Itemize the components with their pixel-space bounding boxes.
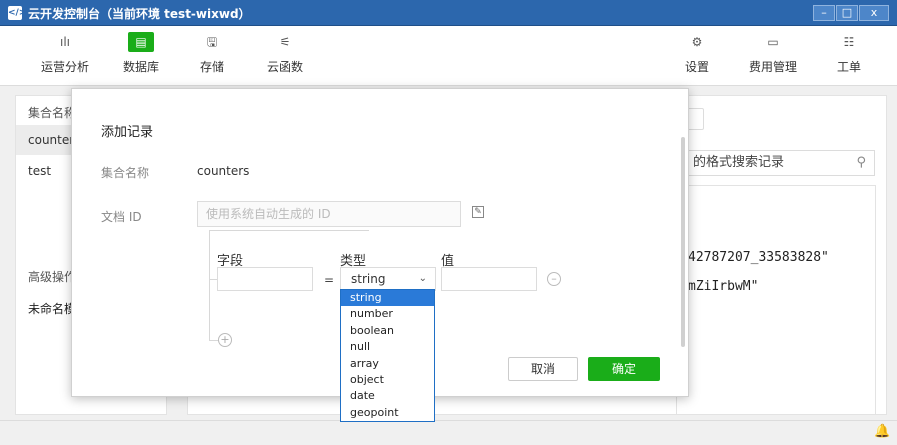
dialog-title: 添加记录 bbox=[101, 125, 154, 140]
database-icon: ▤ bbox=[128, 32, 154, 52]
add-field-button[interactable]: + bbox=[218, 333, 232, 347]
gear-icon: ⚙ bbox=[691, 35, 703, 49]
type-select-value: string bbox=[351, 272, 386, 286]
search-placeholder: 的格式搜索记录 bbox=[693, 155, 785, 170]
collection-name-label: 集合名称 bbox=[101, 166, 150, 180]
record-detail-frame bbox=[676, 185, 876, 415]
tree-line bbox=[209, 230, 210, 340]
window-title: 云开发控制台（当前环境 test-wixwd） bbox=[28, 7, 251, 21]
type-option-string[interactable]: string bbox=[341, 290, 434, 307]
record-line: mZiIrbwM" bbox=[688, 279, 759, 294]
field-name-input[interactable] bbox=[217, 267, 313, 291]
type-select[interactable]: string ⌄ bbox=[340, 267, 436, 291]
chart-icon: ılı bbox=[59, 35, 70, 49]
docid-input[interactable]: 使用系统自动生成的 ID bbox=[197, 201, 461, 227]
status-bar: 🔔 bbox=[0, 420, 897, 445]
toolbar-label: 费用管理 bbox=[748, 60, 797, 74]
unnamed-template-item[interactable]: 未命名模 bbox=[28, 300, 76, 317]
close-button[interactable]: x bbox=[859, 5, 889, 21]
toolbar-analytics[interactable]: ılı 运营分析 bbox=[35, 32, 95, 75]
toolbar-label: 工单 bbox=[836, 60, 861, 74]
type-option-geopoint[interactable]: geopoint bbox=[341, 405, 434, 421]
record-line: 42787207_33583828" bbox=[688, 250, 829, 265]
collection-name-value: counters bbox=[197, 164, 250, 178]
maximize-button[interactable]: □ bbox=[836, 5, 858, 21]
type-option-object[interactable]: object bbox=[341, 372, 434, 388]
main-toolbar: ılı 运营分析 ▤ 数据库 🖫 存储 ⚟ 云函数 ⚙ 设置 ▭ 费用管理 ☷ … bbox=[0, 26, 897, 86]
tree-line bbox=[209, 279, 217, 280]
billing-icon: ▭ bbox=[767, 35, 779, 49]
equals-sign: = bbox=[324, 273, 335, 287]
edit-icon[interactable]: ✎ bbox=[472, 206, 484, 218]
function-icon: ⚟ bbox=[279, 35, 291, 49]
confirm-button[interactable]: 确定 bbox=[588, 357, 660, 381]
toolbar-label: 设置 bbox=[684, 60, 709, 74]
toolbar-label: 数据库 bbox=[122, 60, 159, 74]
type-option-date[interactable]: date bbox=[341, 388, 434, 404]
toolbar-billing[interactable]: ▭ 费用管理 bbox=[743, 32, 803, 75]
type-option-number[interactable]: number bbox=[341, 306, 434, 322]
tree-line bbox=[209, 230, 369, 231]
toolbar-functions[interactable]: ⚟ 云函数 bbox=[255, 32, 315, 75]
search-icon[interactable]: ⚲ bbox=[856, 151, 866, 175]
toolbar-storage[interactable]: 🖫 存储 bbox=[182, 32, 242, 75]
chevron-down-icon: ⌄ bbox=[418, 273, 427, 284]
toolbar-database[interactable]: ▤ 数据库 bbox=[111, 32, 171, 75]
remove-field-button[interactable]: – bbox=[547, 272, 561, 286]
toolbar-settings[interactable]: ⚙ 设置 bbox=[667, 32, 727, 75]
field-value-input[interactable] bbox=[441, 267, 537, 291]
bell-icon[interactable]: 🔔 bbox=[874, 424, 890, 439]
dialog-scrollbar[interactable] bbox=[681, 137, 685, 347]
toolbar-tickets[interactable]: ☷ 工单 bbox=[819, 32, 879, 75]
cancel-button[interactable]: 取消 bbox=[508, 357, 578, 381]
record-search-input[interactable]: 的格式搜索记录 ⚲ bbox=[680, 150, 875, 176]
collections-header: 集合名称 bbox=[28, 106, 77, 120]
app-logo-icon: </> bbox=[8, 6, 27, 20]
toolbar-label: 存储 bbox=[199, 60, 224, 74]
tree-line bbox=[209, 340, 218, 341]
type-option-boolean[interactable]: boolean bbox=[341, 323, 434, 339]
window-titlebar: </> 云开发控制台（当前环境 test-wixwd） – □ x bbox=[0, 0, 897, 26]
type-dropdown-list: string number boolean null array object … bbox=[340, 289, 435, 422]
type-option-null[interactable]: null bbox=[341, 339, 434, 355]
storage-icon: 🖫 bbox=[206, 35, 218, 49]
toolbar-label: 云函数 bbox=[266, 60, 303, 74]
minimize-button[interactable]: – bbox=[813, 5, 835, 21]
docid-label: 文档 ID bbox=[101, 210, 142, 224]
advanced-header: 高级操作 bbox=[28, 270, 77, 284]
ticket-icon: ☷ bbox=[843, 35, 855, 49]
toolbar-label: 运营分析 bbox=[40, 60, 89, 74]
type-option-array[interactable]: array bbox=[341, 356, 434, 372]
